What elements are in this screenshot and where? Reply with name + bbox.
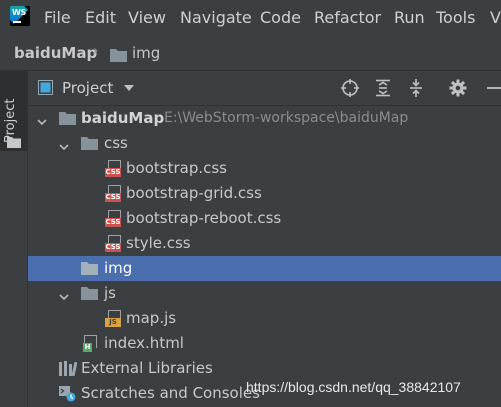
folder-icon [59, 110, 76, 129]
menu-code[interactable]: Code [260, 8, 301, 27]
project-panel-header: Project [28, 71, 501, 106]
gear-icon[interactable] [449, 79, 467, 97]
html-file-icon: H [81, 335, 97, 353]
menu-file[interactable]: File [44, 8, 71, 27]
css-file-icon: CSS [105, 160, 121, 178]
tree-row-img-folder[interactable]: img [28, 256, 501, 281]
tree-img-folder-label: img [104, 259, 133, 277]
folder-icon [81, 135, 98, 154]
tree-js-folder-label: js [104, 284, 116, 302]
tree-root-label: baiduMap [81, 109, 165, 127]
tree-row-file[interactable]: CSS bootstrap-reboot.css [28, 206, 501, 231]
tree-row-external-libraries[interactable]: External Libraries [28, 356, 501, 381]
menu-tools[interactable]: Tools [436, 8, 475, 27]
tree-file-label: index.html [104, 334, 184, 352]
project-panel: Project baiduMap E:\WebStorm-workspace\b… [28, 71, 501, 407]
menu-refactor[interactable]: Refactor [314, 8, 381, 27]
library-icon [59, 361, 78, 380]
breadcrumb-folder[interactable]: img [132, 44, 160, 62]
js-file-icon: JS [105, 310, 121, 328]
tree-scratches-label: Scratches and Consoles [81, 384, 260, 402]
expand-all-icon[interactable] [374, 79, 392, 97]
tree-file-label: bootstrap-reboot.css [126, 209, 282, 227]
tree-row-file[interactable]: CSS bootstrap-grid.css [28, 181, 501, 206]
chevron-down-icon[interactable] [124, 85, 134, 91]
project-view-selector[interactable]: Project [62, 79, 113, 97]
tree-root-path: E:\WebStorm-workspace\baiduMap [164, 110, 409, 126]
breadcrumb: baiduMap › img [0, 36, 501, 71]
menu-edit[interactable]: Edit [85, 8, 116, 27]
chevron-down-icon[interactable] [58, 138, 70, 151]
folder-icon [81, 260, 98, 279]
left-tool-strip: Project [0, 71, 28, 407]
tree-file-label: map.js [126, 309, 177, 327]
tree-row-css-folder[interactable]: css [28, 131, 501, 156]
tree-file-label: bootstrap-grid.css [126, 184, 262, 202]
breadcrumb-separator: › [93, 43, 99, 59]
hide-icon[interactable] [483, 79, 501, 97]
folder-icon [81, 285, 98, 304]
css-file-icon: CSS [105, 210, 121, 228]
tree-row-file[interactable]: JS map.js [28, 306, 501, 331]
tree-row-file[interactable]: H index.html [28, 331, 501, 356]
tree-file-label: bootstrap.css [126, 159, 227, 177]
folder-icon [7, 133, 21, 152]
tree-css-folder-label: css [104, 134, 128, 152]
menu-vcs-truncated[interactable]: V [490, 8, 501, 27]
tree-row-file[interactable]: CSS bootstrap.css [28, 156, 501, 181]
css-file-icon: CSS [105, 185, 121, 203]
tree-row-file[interactable]: CSS style.css [28, 231, 501, 256]
css-file-icon: CSS [105, 235, 121, 253]
menu-navigate[interactable]: Navigate [180, 8, 252, 27]
folder-icon [110, 47, 127, 66]
menu-bar: WS File Edit View Navigate Code Refactor… [0, 0, 501, 36]
project-view-icon [38, 80, 53, 95]
scratches-icon [59, 386, 77, 406]
tree-row-js-folder[interactable]: js [28, 281, 501, 306]
locate-icon[interactable] [341, 79, 359, 97]
tree-external-libraries-label: External Libraries [81, 359, 213, 377]
collapse-all-icon[interactable] [407, 79, 425, 97]
ide-window: WS File Edit View Navigate Code Refactor… [0, 0, 501, 407]
chevron-down-icon[interactable] [36, 113, 48, 126]
webstorm-logo-icon: WS [10, 6, 30, 26]
menu-view[interactable]: View [128, 8, 166, 27]
tree-file-label: style.css [126, 234, 191, 252]
chevron-down-icon[interactable] [58, 288, 70, 301]
breadcrumb-project[interactable]: baiduMap [14, 44, 97, 62]
tree-row-root[interactable]: baiduMap E:\WebStorm-workspace\baiduMap [28, 106, 501, 131]
watermark-text: https://blog.csdn.net/qq_38842107 [246, 379, 461, 395]
menu-run[interactable]: Run [394, 8, 425, 27]
